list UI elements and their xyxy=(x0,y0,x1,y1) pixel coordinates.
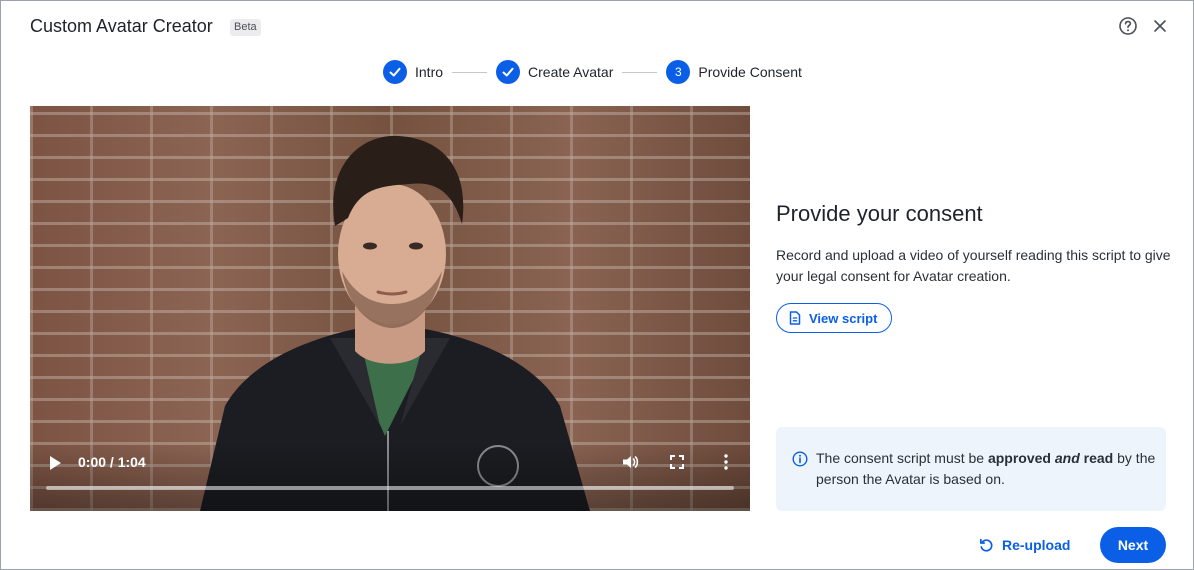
beta-badge: Beta xyxy=(230,19,261,36)
re-upload-button[interactable]: Re-upload xyxy=(979,534,1070,556)
step-connector xyxy=(622,71,658,73)
more-options-icon[interactable] xyxy=(720,453,732,471)
step-number: 3 xyxy=(666,60,691,84)
video-progress-bar[interactable] xyxy=(46,486,734,490)
consent-description: Record and upload a video of yourself re… xyxy=(776,247,1171,284)
step-provide-consent[interactable]: 3 Provide Consent xyxy=(666,60,802,84)
info-text: The consent script must be approved and … xyxy=(816,448,1156,490)
dialog-title: Custom Avatar Creator xyxy=(30,16,213,36)
fullscreen-icon[interactable] xyxy=(670,455,684,469)
document-icon xyxy=(789,311,801,325)
close-icon[interactable] xyxy=(1151,17,1169,35)
info-icon xyxy=(792,451,808,467)
volume-icon[interactable] xyxy=(621,453,639,471)
custom-avatar-dialog: Custom Avatar Creator Beta Intro Create xyxy=(0,0,1194,570)
step-label: Provide Consent xyxy=(698,64,802,80)
step-connector xyxy=(452,71,488,73)
view-script-label: View script xyxy=(809,310,878,326)
step-create-avatar[interactable]: Create Avatar xyxy=(496,60,613,84)
progress-stepper: Intro Create Avatar 3 Provide Consent xyxy=(383,59,802,85)
info-text-part: The consent script must be xyxy=(816,450,988,466)
video-controls-overlay xyxy=(30,441,750,511)
step-complete-marker xyxy=(496,60,521,84)
check-icon xyxy=(389,67,401,77)
check-icon xyxy=(502,67,514,77)
step-label: Create Avatar xyxy=(528,64,614,80)
video-time: 0:00 / 1:04 xyxy=(78,454,146,470)
step-intro[interactable]: Intro xyxy=(383,60,443,84)
step-label: Intro xyxy=(415,64,444,80)
undo-icon xyxy=(979,538,993,552)
consent-video-player[interactable]: 0:00 / 1:04 xyxy=(30,106,750,511)
info-bold-approved: approved xyxy=(987,450,1051,466)
help-circle-icon[interactable] xyxy=(1118,16,1138,36)
view-script-button[interactable]: View script xyxy=(776,303,893,333)
info-bold-read: read xyxy=(1083,450,1114,466)
step-complete-marker xyxy=(383,60,407,84)
info-bold-and: and xyxy=(1055,450,1080,466)
consent-heading: Provide your consent xyxy=(776,201,983,226)
next-button[interactable]: Next xyxy=(1100,527,1166,563)
info-italic-and: and xyxy=(1054,450,1080,466)
re-upload-label: Re-upload xyxy=(1002,537,1071,553)
play-icon[interactable] xyxy=(48,455,62,471)
consent-info-box: The consent script must be approved and … xyxy=(776,427,1166,511)
